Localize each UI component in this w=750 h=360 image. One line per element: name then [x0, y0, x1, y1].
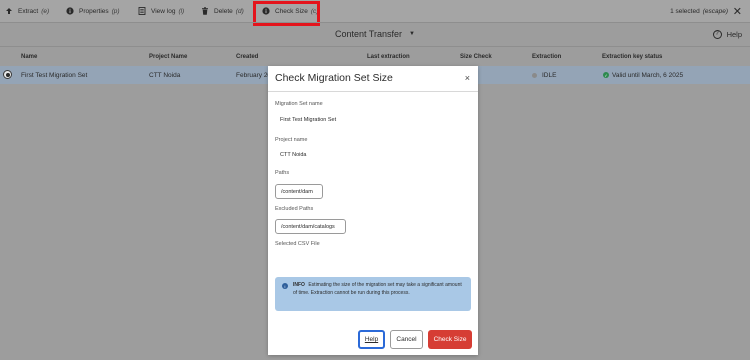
title-bar: Content Transfer ▼ ? Help — [0, 22, 750, 46]
column-header-project[interactable]: Project Name — [149, 48, 187, 66]
cell-key-status: ✓ Valid until March, 6 2025 — [603, 66, 683, 84]
log-icon — [138, 7, 146, 15]
project-value: CTT Noida — [280, 152, 307, 158]
upload-icon — [5, 7, 13, 15]
migration-set-value: First Test Migration Set — [280, 117, 337, 123]
help-label: Help — [726, 29, 742, 39]
column-header-key-status[interactable]: Extraction key status — [602, 48, 662, 66]
check-size-submit-button[interactable]: Check Size — [428, 330, 472, 349]
action-bar: Extract (e) Properties (p) View log (l) … — [0, 0, 750, 22]
extract-label: Extract — [18, 7, 39, 15]
view-log-shortcut: (l) — [178, 7, 185, 15]
close-icon[interactable]: × — [465, 73, 470, 83]
help-button[interactable]: ? Help — [712, 22, 742, 46]
column-header-last-extraction[interactable]: Last extraction — [367, 48, 410, 66]
column-header-extraction[interactable]: Extraction — [532, 48, 561, 66]
help-icon: ? — [712, 29, 722, 39]
column-header-name[interactable]: Name — [21, 48, 37, 66]
extract-shortcut: (e) — [41, 7, 50, 15]
help-button[interactable]: Help — [358, 330, 385, 349]
dialog-divider — [268, 91, 478, 92]
delete-shortcut: (d) — [235, 7, 244, 15]
close-selection-icon[interactable]: ✕ — [733, 0, 742, 22]
column-header-created[interactable]: Created — [236, 48, 258, 66]
path-tag[interactable]: /content/dam — [275, 184, 323, 199]
extraction-status: IDLE — [542, 71, 557, 79]
properties-button[interactable]: Properties (p) — [66, 0, 120, 22]
chevron-down-icon: ▼ — [409, 31, 415, 37]
info-alert: i INFO Estimating the size of the migrat… — [275, 277, 471, 311]
check-size-dialog: Check Migration Set Size × Migration Set… — [268, 66, 478, 355]
cell-extraction: IDLE — [532, 66, 556, 84]
selection-shortcut: (escape) — [702, 7, 728, 15]
excluded-paths-label: Excluded Paths — [275, 206, 314, 212]
selection-status: 1 selected (escape) — [670, 0, 728, 22]
cell-created: February 20 — [236, 71, 272, 79]
row-radio[interactable] — [3, 70, 12, 79]
idle-status-icon — [532, 72, 537, 78]
key-status-text: Valid until March, 6 2025 — [612, 71, 684, 79]
properties-label: Properties — [79, 7, 109, 15]
info-message: INFO Estimating the size of the migratio… — [293, 281, 467, 297]
view-log-label: View log — [151, 7, 176, 15]
info-icon — [66, 7, 74, 15]
properties-shortcut: (p) — [111, 7, 120, 15]
extract-button[interactable]: Extract (e) — [5, 0, 49, 22]
cancel-button[interactable]: Cancel — [390, 330, 423, 349]
info-icon: i — [282, 283, 288, 289]
radio-dot — [5, 72, 10, 77]
selection-count: 1 selected — [670, 7, 700, 15]
cell-name: First Test Migration Set — [21, 71, 88, 79]
divider — [0, 46, 750, 47]
view-log-button[interactable]: View log (l) — [138, 0, 184, 22]
csv-file-label: Selected CSV File — [275, 241, 320, 247]
column-header-size-check[interactable]: Size Check — [460, 48, 492, 66]
excluded-path-tag[interactable]: /content/dam/catalogs — [275, 219, 346, 234]
delete-button[interactable]: Delete (d) — [201, 0, 244, 22]
dialog-title: Check Migration Set Size — [275, 72, 393, 84]
page-title-dropdown[interactable]: Content Transfer ▼ — [0, 22, 750, 46]
migration-set-label: Migration Set name — [275, 101, 323, 107]
page-title: Content Transfer — [335, 29, 403, 39]
paths-label: Paths — [275, 170, 290, 176]
cell-project: CTT Noida — [149, 71, 181, 79]
info-text: Estimating the size of the migration set… — [293, 282, 462, 296]
trash-icon — [201, 7, 209, 15]
project-label: Project name — [275, 137, 308, 143]
info-title: INFO — [293, 282, 305, 288]
delete-label: Delete — [214, 7, 233, 15]
check-circle-icon: ✓ — [603, 72, 609, 78]
